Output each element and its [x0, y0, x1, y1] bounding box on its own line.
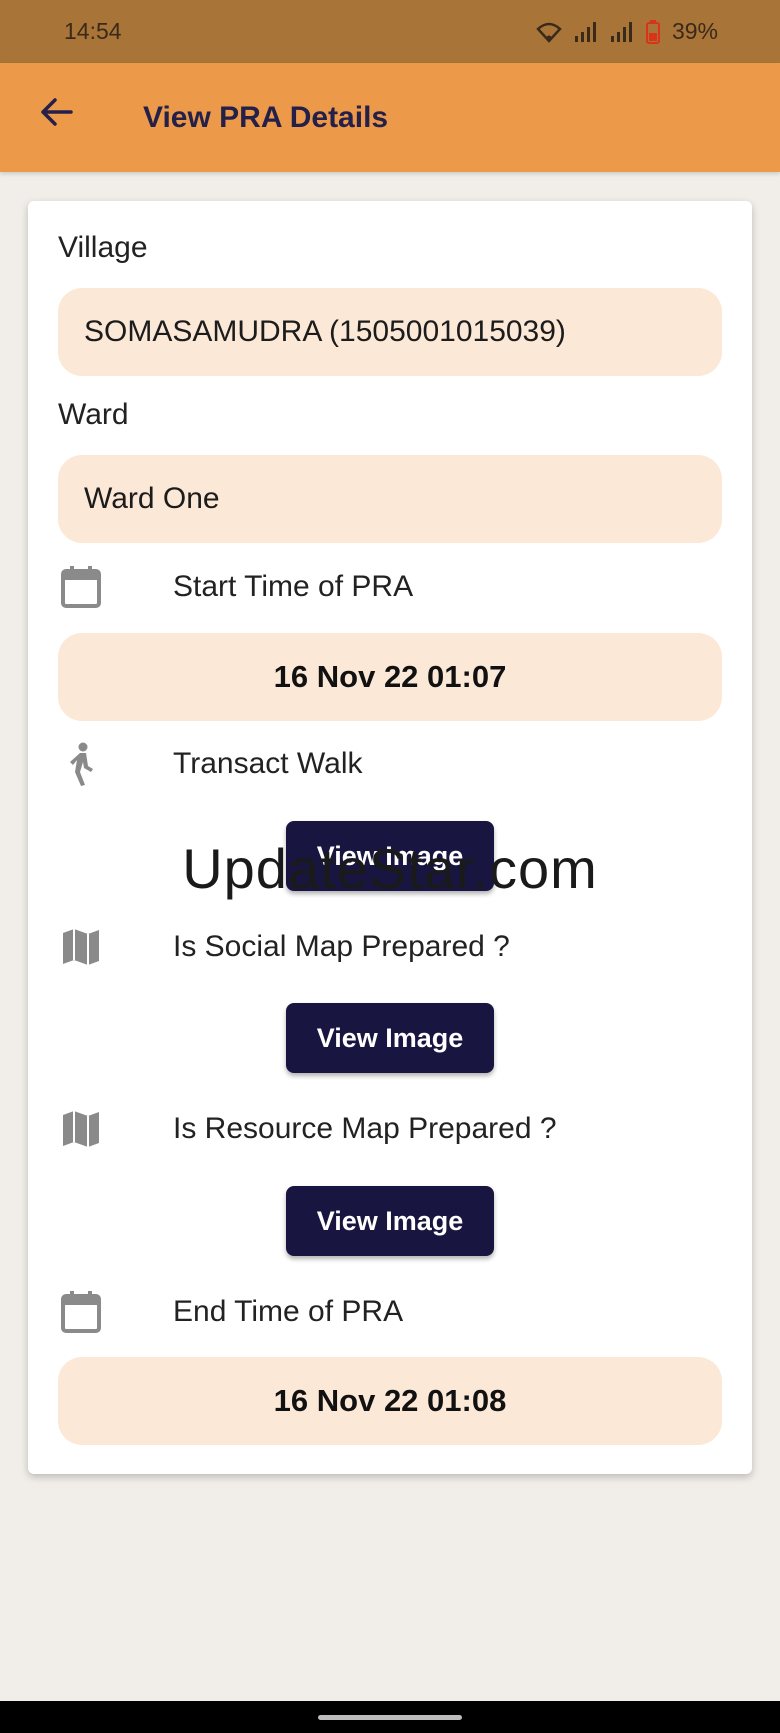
home-gesture-handle[interactable] — [318, 1715, 462, 1720]
social-map-label: Is Social Map Prepared ? — [173, 930, 510, 963]
end-time-row: End Time of PRA — [58, 1284, 722, 1340]
calendar-icon — [58, 564, 104, 610]
view-social-map-button[interactable]: View Image — [286, 1003, 494, 1073]
system-nav-bar — [0, 1701, 780, 1733]
start-time-label: Start Time of PRA — [173, 570, 414, 603]
start-time-row: Start Time of PRA — [58, 559, 722, 615]
map-icon — [58, 924, 104, 970]
village-field: SOMASAMUDRA (1505001015039) — [58, 288, 722, 376]
status-icons: 39% — [536, 18, 718, 45]
view-transact-image-button[interactable]: View Image — [286, 821, 494, 891]
village-label: Village — [58, 231, 148, 264]
walking-person-icon — [58, 741, 104, 787]
back-button[interactable] — [36, 94, 76, 134]
signal-icon-2 — [610, 21, 634, 43]
ward-label: Ward — [58, 398, 129, 431]
ward-field: Ward One — [58, 455, 722, 543]
signal-icon — [574, 21, 598, 43]
end-time-label: End Time of PRA — [173, 1295, 404, 1328]
map-icon — [58, 1106, 104, 1152]
social-map-row: Is Social Map Prepared ? — [58, 919, 722, 975]
transact-walk-label: Transact Walk — [173, 747, 363, 780]
battery-icon — [645, 19, 660, 44]
start-time-field: 16 Nov 22 01:07 — [58, 633, 722, 721]
transact-walk-row: Transact Walk — [58, 736, 722, 792]
wifi-icon — [536, 21, 562, 43]
app-bar: View PRA Details — [0, 63, 780, 172]
status-bar: 14:54 39% — [0, 0, 780, 63]
resource-map-label: Is Resource Map Prepared ? — [173, 1112, 557, 1145]
resource-map-row: Is Resource Map Prepared ? — [58, 1101, 722, 1157]
calendar-icon — [58, 1289, 104, 1335]
battery-percent: 39% — [671, 18, 718, 44]
end-time-field: 16 Nov 22 01:08 — [58, 1357, 722, 1445]
page-title: View PRA Details — [143, 101, 389, 134]
arrow-left-icon — [39, 97, 73, 132]
status-time: 14:54 — [64, 18, 122, 44]
details-card: Village SOMASAMUDRA (1505001015039) Ward… — [28, 201, 752, 1474]
view-resource-map-button[interactable]: View Image — [286, 1186, 494, 1256]
